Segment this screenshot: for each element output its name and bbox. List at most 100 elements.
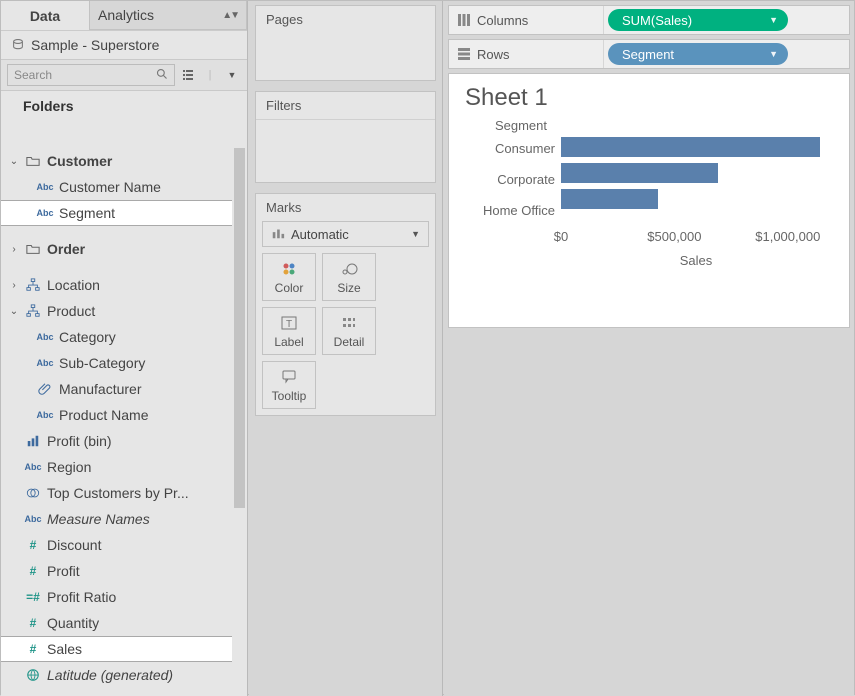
pages-title: Pages (256, 6, 435, 33)
cards-panel: Pages Filters Marks Automatic ▼ Color Si… (249, 1, 443, 696)
field-manufacturer[interactable]: Manufacturer (1, 376, 247, 402)
number-icon: # (25, 642, 41, 656)
search-icon (156, 68, 168, 83)
filters-title: Filters (256, 92, 435, 120)
sheet-title[interactable]: Sheet 1 (465, 84, 831, 112)
y-label: Corporate (465, 169, 555, 195)
datasource-icon (11, 38, 25, 52)
marks-tooltip-button[interactable]: Tooltip (262, 361, 316, 409)
tab-analytics-label: Analytics (98, 7, 154, 23)
marks-detail-label: Detail (334, 335, 365, 349)
marks-color-button[interactable]: Color (262, 253, 316, 301)
folder-order[interactable]: › Order (1, 236, 247, 262)
field-region[interactable]: Abc Region (1, 454, 247, 480)
datasource-row[interactable]: Sample - Superstore (1, 31, 247, 59)
bars-zone (561, 135, 831, 229)
hierarchy-icon (25, 304, 41, 318)
field-quantity[interactable]: # Quantity (1, 610, 247, 636)
field-top-customers[interactable]: Top Customers by Pr... (1, 480, 247, 506)
field-label: Quantity (47, 615, 247, 631)
hierarchy-icon (25, 278, 41, 292)
field-latitude-generated[interactable]: Latitude (generated) (1, 662, 247, 688)
tick-label: $0 (554, 229, 568, 244)
view-list-icon[interactable] (179, 66, 197, 84)
columns-pill-sum-sales[interactable]: SUM(Sales) ▼ (608, 9, 788, 31)
bar-consumer[interactable] (561, 137, 820, 157)
bar-home-office[interactable] (561, 189, 658, 209)
bin-icon (25, 434, 41, 448)
abc-icon: Abc (37, 332, 53, 342)
columns-shelf[interactable]: Columns SUM(Sales) ▼ (448, 5, 850, 35)
bar-corporate[interactable] (561, 163, 718, 183)
tab-analytics[interactable]: Analytics ▲▼ (89, 1, 247, 30)
field-segment[interactable]: Abc Segment (1, 200, 247, 226)
search-input[interactable]: Search (7, 64, 175, 86)
marks-size-label: Size (337, 281, 360, 295)
chevron-down-icon: ⌄ (9, 306, 19, 317)
data-analytics-tabs: Data Analytics ▲▼ (1, 1, 247, 31)
tab-data[interactable]: Data (1, 1, 89, 30)
marks-label-label: Label (274, 335, 303, 349)
fields-tree: ⌄ Customer Abc Customer Name Abc Segment… (1, 148, 247, 696)
marks-color-label: Color (275, 281, 304, 295)
rows-icon (457, 47, 471, 61)
field-label: Profit Ratio (47, 589, 247, 605)
columns-icon (457, 13, 471, 27)
detail-icon (341, 314, 357, 332)
filters-card[interactable]: Filters (255, 91, 436, 183)
number-icon: # (25, 538, 41, 552)
field-sales[interactable]: # Sales (1, 636, 247, 662)
field-measure-names[interactable]: Abc Measure Names (1, 506, 247, 532)
field-customer-name[interactable]: Abc Customer Name (1, 174, 247, 200)
search-placeholder: Search (14, 68, 52, 82)
calc-number-icon: =# (25, 590, 41, 604)
marks-card: Marks Automatic ▼ Color Size T Label (255, 193, 436, 416)
chart-area: Consumer Corporate Home Office (465, 135, 831, 229)
marks-label-button[interactable]: T Label (262, 307, 316, 355)
field-product-name[interactable]: Abc Product Name (1, 402, 247, 428)
color-icon (281, 260, 297, 278)
x-axis-title: Sales (561, 253, 831, 268)
number-icon: # (25, 616, 41, 630)
field-label: Product (47, 303, 247, 319)
pages-card[interactable]: Pages (255, 5, 436, 81)
set-icon (25, 486, 41, 500)
chevron-right-icon: › (9, 244, 19, 255)
x-axis-ticks: $0 $500,000 $1,000,000 (561, 229, 831, 247)
svg-text:T: T (286, 319, 292, 330)
data-panel-menu[interactable]: ▼ (223, 66, 241, 84)
field-label: Profit (bin) (47, 433, 247, 449)
scrollbar-thumb[interactable] (234, 148, 245, 508)
chevron-down-icon: ▼ (769, 15, 778, 25)
rows-pill-segment[interactable]: Segment ▼ (608, 43, 788, 65)
field-sub-category[interactable]: Abc Sub-Category (1, 350, 247, 376)
field-profit-ratio[interactable]: =# Profit Ratio (1, 584, 247, 610)
field-label: Category (59, 329, 247, 345)
mark-type-select[interactable]: Automatic ▼ (262, 221, 429, 247)
marks-detail-button[interactable]: Detail (322, 307, 376, 355)
chevron-down-icon: ▼ (411, 229, 420, 239)
field-location[interactable]: › Location (1, 272, 247, 298)
field-category[interactable]: Abc Category (1, 324, 247, 350)
field-product[interactable]: ⌄ Product (1, 298, 247, 324)
pill-label: SUM(Sales) (622, 13, 692, 28)
field-profit-bin[interactable]: Profit (bin) (1, 428, 247, 454)
field-discount[interactable]: # Discount (1, 532, 247, 558)
abc-icon: Abc (25, 514, 41, 524)
y-axis-labels: Consumer Corporate Home Office (465, 135, 561, 229)
worksheet-view[interactable]: Sheet 1 Segment Consumer Corporate Home … (448, 73, 850, 328)
field-label: Top Customers by Pr... (47, 485, 247, 501)
field-profit[interactable]: # Profit (1, 558, 247, 584)
field-label: Location (47, 277, 247, 293)
bar-chart-icon (271, 226, 285, 243)
label-icon: T (281, 314, 297, 332)
columns-label: Columns (477, 13, 528, 28)
rows-label: Rows (477, 47, 510, 62)
abc-icon: Abc (37, 410, 53, 420)
marks-size-button[interactable]: Size (322, 253, 376, 301)
folder-customer[interactable]: ⌄ Customer (1, 148, 247, 174)
field-label: Sales (47, 641, 246, 657)
rows-shelf[interactable]: Rows Segment ▼ (448, 39, 850, 69)
scrollbar[interactable] (232, 148, 247, 696)
tick-label: $500,000 (647, 229, 701, 244)
